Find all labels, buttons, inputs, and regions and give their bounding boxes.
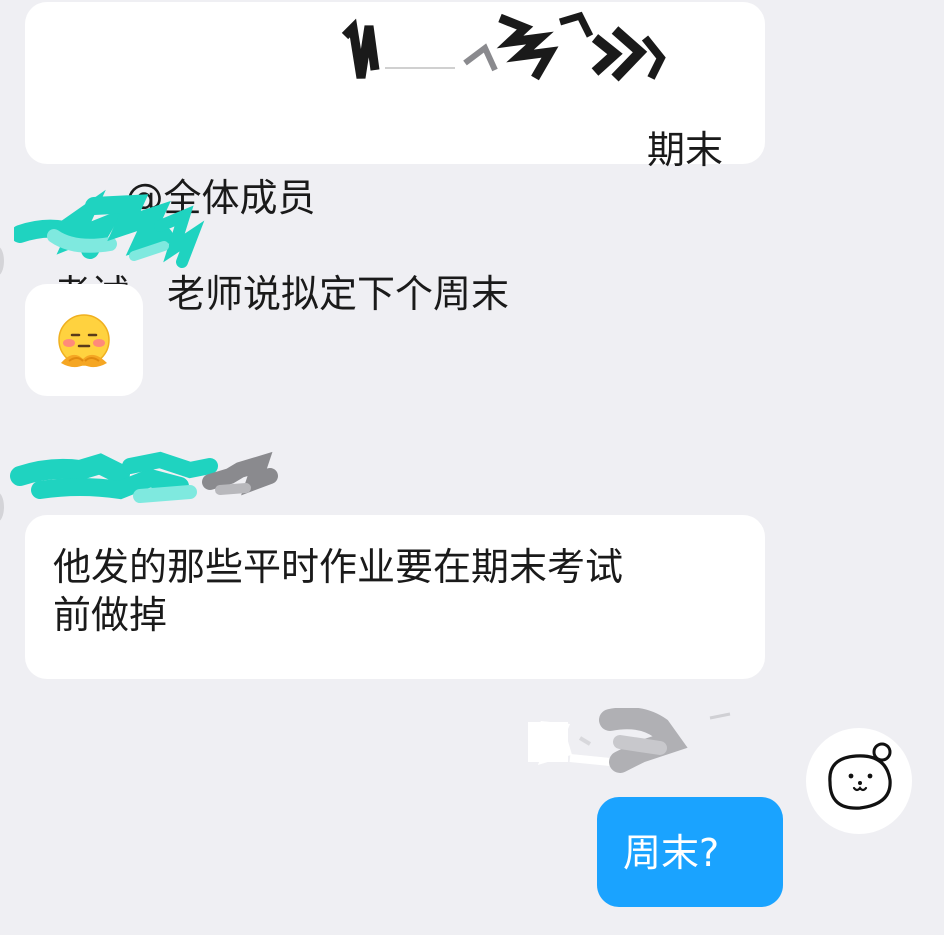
blushing-hug-emoji [58, 314, 110, 368]
message-1-line-2: 考试，老师说拟定下个周末 [53, 272, 510, 316]
self-name-redaction [528, 708, 731, 773]
redaction-scribble [295, 11, 666, 82]
message-1-line-1-end: 期末 [647, 128, 724, 172]
message-bubble-3[interactable]: 他发的那些平时作业要在期末考试 前做掉 [25, 515, 765, 679]
message-bubble-outgoing[interactable]: 周末? [597, 797, 783, 907]
self-avatar[interactable] [806, 728, 912, 834]
message-1-line-1: @全体成员 期末 [53, 126, 737, 220]
chat-window: @全体成员 期末 考试，老师说拟定下个周末 他发的那些平时作业要在期末考试 前做… [0, 0, 944, 935]
bear-face-icon [828, 742, 892, 810]
message-bubble-1[interactable]: @全体成员 期末 考试，老师说拟定下个周末 [25, 2, 765, 316]
message-bubble-2[interactable] [25, 284, 143, 396]
mention-all-members[interactable]: @全体成员 [125, 176, 315, 220]
sender-avatar-edge-2[interactable] [0, 492, 4, 522]
sender-avatar-edge[interactable] [0, 246, 4, 276]
